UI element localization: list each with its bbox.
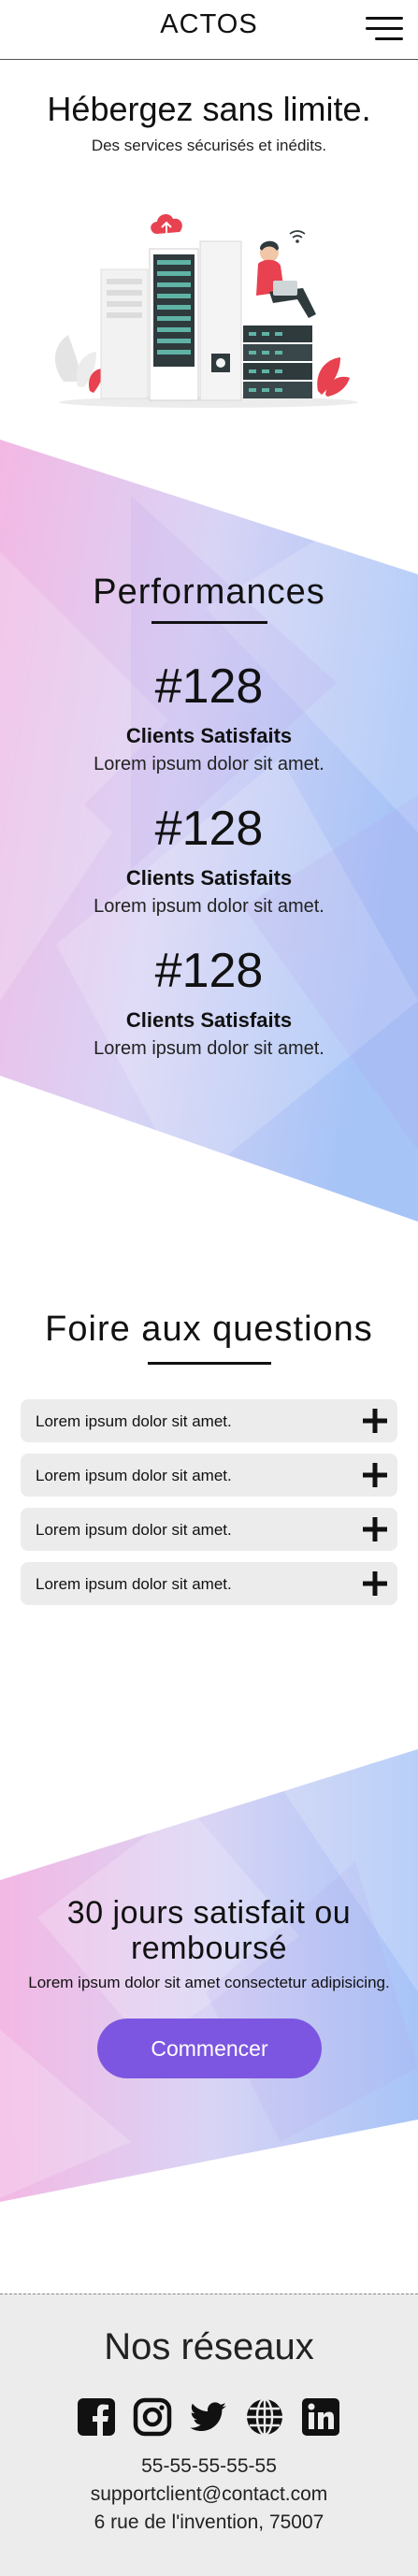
stat-description: Lorem ipsum dolor sit amet. <box>94 1038 324 1059</box>
footer-phone[interactable]: 55-55-55-55-55 <box>0 2455 418 2478</box>
stat-number: #128 <box>154 802 264 856</box>
stat-label: Clients Satisfaits <box>125 724 293 747</box>
plus-icon[interactable] <box>362 1408 388 1434</box>
plus-icon[interactable] <box>362 1570 388 1597</box>
footer: Nos réseaux 55-55-55-55-55 supportclient… <box>0 2294 418 2576</box>
faq-question: Lorem ipsum dolor sit amet. <box>36 1575 232 1593</box>
globe-icon[interactable] <box>245 2397 284 2437</box>
stat-number: #128 <box>154 659 264 714</box>
cta-title-line: remboursé <box>130 1931 287 1966</box>
stat-label: Clients Satisfaits <box>125 866 293 890</box>
faq-title: Foire aux questions <box>45 1310 373 1349</box>
cta-subtitle: Lorem ipsum dolor sit amet consectetur a… <box>28 1974 390 1991</box>
stat-description: Lorem ipsum dolor sit amet. <box>94 754 324 774</box>
footer-address: 6 rue de l'invention, 75007 <box>94 2511 324 2533</box>
faq-item[interactable]: Lorem ipsum dolor sit amet. <box>21 1454 397 1497</box>
faq-question: Lorem ipsum dolor sit amet. <box>36 1467 232 1484</box>
start-button[interactable]: Commencer <box>97 2019 322 2078</box>
hero-subtitle: Des services sécurisés et inédits. <box>91 137 327 154</box>
footer-email[interactable]: supportclient@contact.com <box>0 2483 418 2506</box>
faq-item[interactable]: Lorem ipsum dolor sit amet. <box>21 1562 397 1605</box>
instagram-icon[interactable] <box>133 2397 172 2437</box>
twitter-icon[interactable] <box>189 2397 228 2437</box>
stat-label: Clients Satisfaits <box>125 1008 293 1032</box>
faq-question: Lorem ipsum dolor sit amet. <box>36 1412 232 1430</box>
navbar: ACTOS <box>0 0 418 60</box>
stat-description: Lorem ipsum dolor sit amet. <box>94 896 324 917</box>
facebook-icon[interactable] <box>77 2397 116 2437</box>
cta-title-line: 30 jours satisfait ou <box>66 1895 352 1931</box>
footer-title: Nos réseaux <box>104 2326 314 2367</box>
faq-item[interactable]: Lorem ipsum dolor sit amet. <box>21 1508 397 1551</box>
linkedin-icon[interactable] <box>301 2397 340 2437</box>
performances-title: Performances <box>93 572 325 612</box>
hamburger-menu-icon[interactable] <box>364 15 403 41</box>
title-underline <box>151 621 267 624</box>
title-underline <box>148 1362 271 1365</box>
faq-item[interactable]: Lorem ipsum dolor sit amet. <box>21 1399 397 1442</box>
plus-icon[interactable] <box>362 1516 388 1542</box>
hero-title: Hébergez sans limite. <box>47 90 371 128</box>
faq-question: Lorem ipsum dolor sit amet. <box>36 1521 232 1539</box>
cta-title: 30 jours satisfait ou remboursé <box>0 1895 418 1966</box>
server-room-illustration <box>54 213 358 408</box>
site-logo[interactable]: ACTOS <box>0 9 418 40</box>
plus-icon[interactable] <box>362 1462 388 1488</box>
stat-number: #128 <box>154 944 264 998</box>
